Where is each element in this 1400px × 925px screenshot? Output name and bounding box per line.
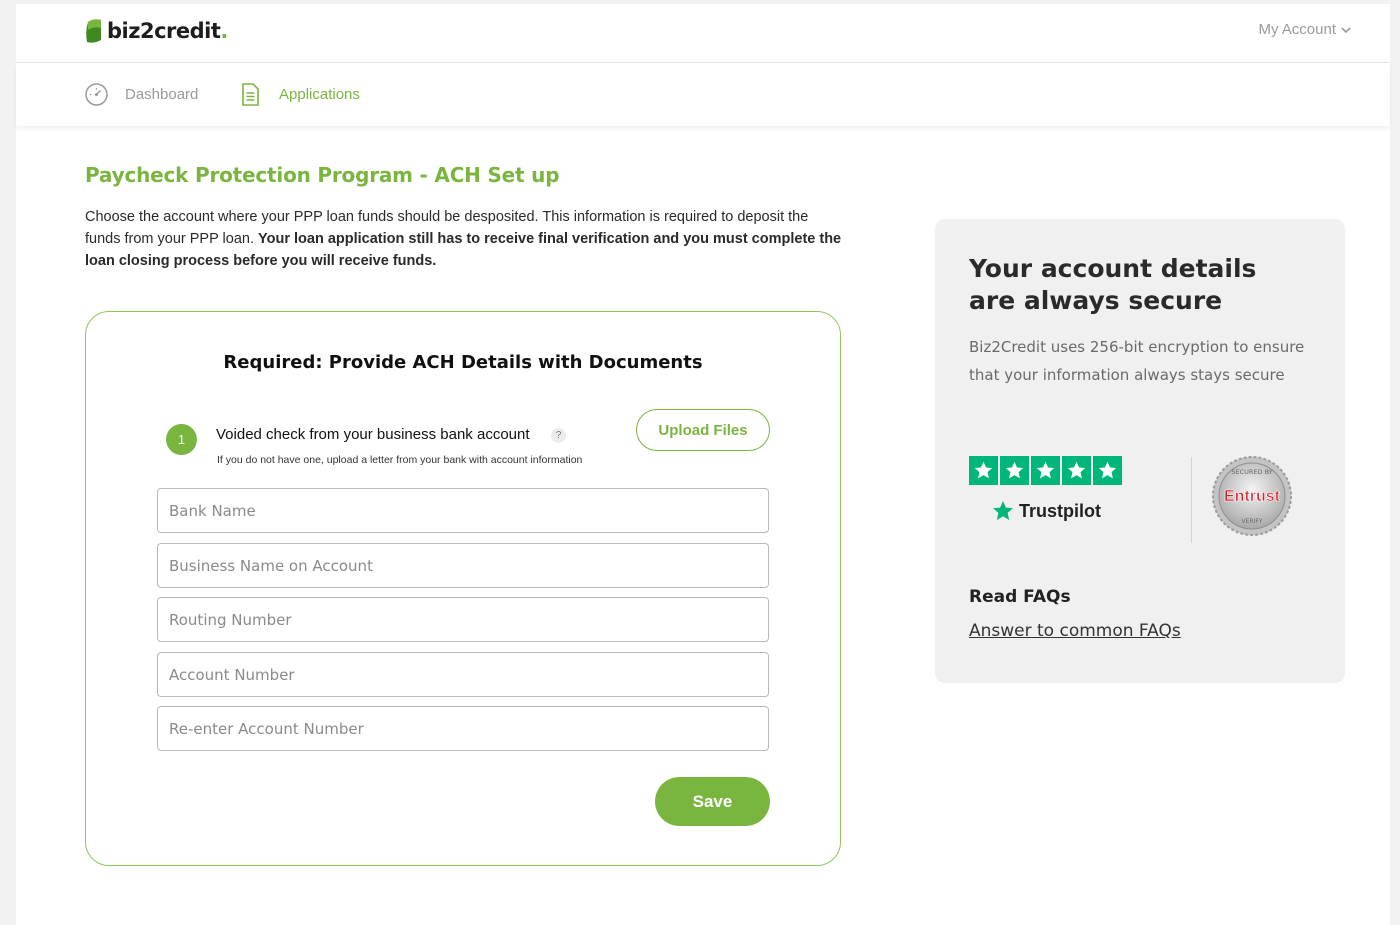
- chevron-down-icon: [1341, 26, 1351, 33]
- upload-files-button[interactable]: Upload Files: [636, 409, 770, 451]
- star-icon: [1031, 456, 1060, 485]
- routing-number-input[interactable]: [157, 597, 769, 642]
- logo[interactable]: biz2credit.: [84, 18, 228, 44]
- nav-applications-label: Applications: [279, 86, 360, 103]
- trustpilot-label: Trustpilot: [1019, 500, 1101, 521]
- entrust-seal-icon[interactable]: SECURED BY Entrust VERIFY: [1211, 455, 1293, 537]
- star-icon: [969, 456, 998, 485]
- security-title: Your account details are always secure: [969, 254, 1257, 315]
- save-button[interactable]: Save: [655, 777, 770, 826]
- step-title: Voided check from your business bank acc…: [216, 426, 530, 443]
- help-icon[interactable]: ?: [551, 428, 566, 443]
- faq-title: Read FAQs: [969, 587, 1071, 607]
- business-name-input[interactable]: [157, 543, 769, 588]
- faq-link[interactable]: Answer to common FAQs: [969, 621, 1181, 641]
- star-icon: [1000, 456, 1029, 485]
- bank-name-input[interactable]: [157, 488, 769, 533]
- nav-dashboard[interactable]: Dashboard: [84, 82, 198, 107]
- seal-bottom-text: VERIFY: [1242, 518, 1263, 525]
- intro-text: Choose the account where your PPP loan f…: [85, 206, 845, 272]
- form-heading: Required: Provide ACH Details with Docum…: [223, 352, 703, 373]
- nav-dashboard-label: Dashboard: [125, 86, 199, 103]
- logo-text: biz2credit: [107, 19, 221, 43]
- nav-bar: Dashboard Applications: [16, 63, 1390, 126]
- page: biz2credit. My Account Dashboard Applica…: [16, 4, 1390, 925]
- my-account-label: My Account: [1258, 21, 1336, 38]
- account-number-input[interactable]: [157, 652, 769, 697]
- security-info-card: Your account details are always secure B…: [935, 219, 1345, 683]
- nav-applications[interactable]: Applications: [238, 82, 360, 107]
- divider: [1191, 457, 1192, 543]
- step-subtext: If you do not have one, upload a letter …: [217, 454, 583, 466]
- security-text: Biz2Credit uses 256-bit encryption to en…: [969, 338, 1305, 384]
- star-icon: [993, 501, 1013, 520]
- top-header: biz2credit. My Account: [16, 4, 1390, 63]
- trustpilot-stars: [969, 456, 1122, 485]
- document-icon: [242, 83, 259, 106]
- speedometer-icon: [85, 83, 108, 106]
- logo-dot: .: [220, 19, 228, 43]
- seal-top-text: SECURED BY: [1231, 468, 1272, 476]
- reenter-account-number-input[interactable]: [157, 706, 769, 751]
- trustpilot-logo[interactable]: Trustpilot: [991, 499, 1101, 523]
- step-number-badge: 1: [166, 424, 197, 455]
- seal-brand-text: Entrust: [1224, 488, 1281, 505]
- star-icon: [1062, 456, 1091, 485]
- star-icon: [1093, 456, 1122, 485]
- my-account-menu[interactable]: My Account: [1258, 21, 1352, 38]
- ach-form-card: Required: Provide ACH Details with Docum…: [85, 311, 841, 866]
- leaf-logo-icon: [86, 19, 101, 43]
- page-title: Paycheck Protection Program - ACH Set up: [85, 163, 560, 187]
